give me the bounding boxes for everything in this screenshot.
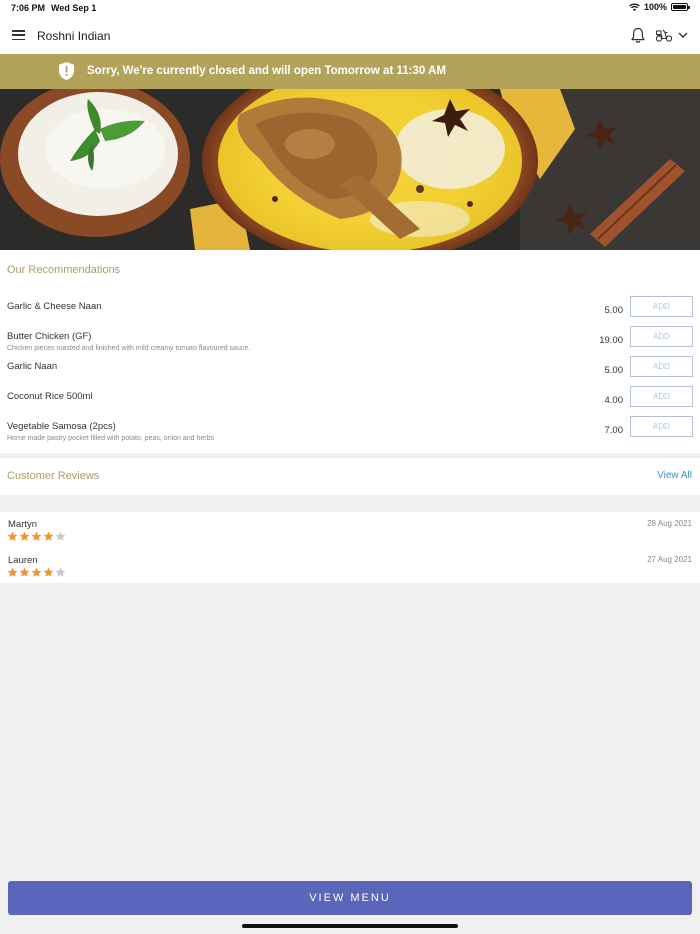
status-date: Wed Sep 1 — [51, 3, 97, 13]
star-icon — [19, 531, 30, 541]
menu-item-price: 4.00 — [604, 395, 624, 406]
add-button[interactable]: ADD — [630, 296, 693, 317]
star-icon — [31, 567, 42, 577]
add-button[interactable]: ADD — [630, 416, 693, 437]
reviews-header: Customer Reviews View All — [0, 458, 700, 495]
star-icon — [55, 567, 66, 577]
menu-item: Garlic & Cheese Naan 5.00 ADD — [0, 296, 700, 331]
battery-percent: 100% — [643, 2, 667, 12]
closed-banner: Sorry, We're currently closed and will o… — [0, 54, 700, 89]
recommendations-title: Our Recommendations — [7, 264, 121, 276]
menu-item-name: Garlic & Cheese Naan — [7, 301, 102, 312]
status-right: 100% — [629, 2, 690, 12]
menu-item-price: 5.00 — [604, 305, 624, 316]
status-time: 7:06 PM — [11, 3, 46, 13]
add-button[interactable]: ADD — [630, 386, 693, 407]
menu-icon[interactable] — [12, 30, 25, 40]
reviews-list: Martyn 28 Aug 2021 Lauren 27 Aug 2021 — [0, 512, 700, 583]
menu-item-description: Chicken pieces roasted and finished with… — [7, 345, 251, 352]
shield-alert-icon — [59, 62, 74, 80]
menu-item: Coconut Rice 500ml 4.00 ADD — [0, 386, 700, 421]
wifi-icon — [629, 3, 640, 11]
star-icon — [7, 531, 18, 541]
view-menu-button[interactable]: VIEW MENU — [8, 881, 692, 915]
app-header: Roshni Indian — [0, 16, 700, 54]
star-icon — [31, 531, 42, 541]
star-icon — [43, 531, 54, 541]
closed-message: Sorry, We're currently closed and will o… — [87, 65, 446, 77]
menu-item-name: Coconut Rice 500ml — [7, 391, 93, 402]
review-item: Lauren 27 Aug 2021 — [0, 555, 700, 587]
star-rating — [7, 567, 66, 578]
menu-item: Garlic Naan 5.00 ADD — [0, 356, 700, 391]
reviews-title: Customer Reviews — [7, 470, 100, 482]
chevron-down-icon[interactable] — [677, 29, 689, 41]
menu-item: Butter Chicken (GF) Chicken pieces roast… — [0, 326, 700, 361]
star-icon — [19, 567, 30, 577]
restaurant-name: Roshni Indian — [37, 29, 111, 43]
review-date: 28 Aug 2021 — [647, 519, 692, 528]
menu-item-name: Garlic Naan — [7, 361, 58, 372]
star-icon — [7, 567, 18, 577]
recommendations-section: Our Recommendations Garlic & Cheese Naan… — [0, 250, 700, 453]
delivery-scooter-icon[interactable] — [655, 28, 673, 42]
review-item: Martyn 28 Aug 2021 — [0, 519, 700, 551]
menu-item-name: Butter Chicken (GF) — [7, 331, 92, 342]
add-button[interactable]: ADD — [630, 356, 693, 377]
review-date: 27 Aug 2021 — [647, 555, 692, 564]
star-icon — [43, 567, 54, 577]
battery-icon — [671, 3, 690, 11]
view-all-link[interactable]: View All — [657, 470, 692, 481]
menu-item-price: 5.00 — [604, 365, 624, 376]
menu-item-price: 19.00 — [599, 335, 623, 346]
star-icon — [55, 531, 66, 541]
review-author: Lauren — [8, 555, 38, 566]
status-bar: 7:06 PM Wed Sep 1 100% — [0, 0, 700, 16]
menu-item-price: 7.00 — [604, 425, 624, 436]
menu-item-description: Home made pastry pocket filled with pota… — [7, 435, 215, 442]
menu-item: Vegetable Samosa (2pcs) Home made pastry… — [0, 416, 700, 451]
home-indicator — [242, 924, 458, 928]
menu-item-name: Vegetable Samosa (2pcs) — [7, 421, 116, 432]
review-author: Martyn — [8, 519, 38, 530]
star-rating — [7, 531, 66, 542]
add-button[interactable]: ADD — [630, 326, 693, 347]
hero-food-image — [0, 89, 700, 250]
bell-icon[interactable] — [630, 27, 646, 44]
